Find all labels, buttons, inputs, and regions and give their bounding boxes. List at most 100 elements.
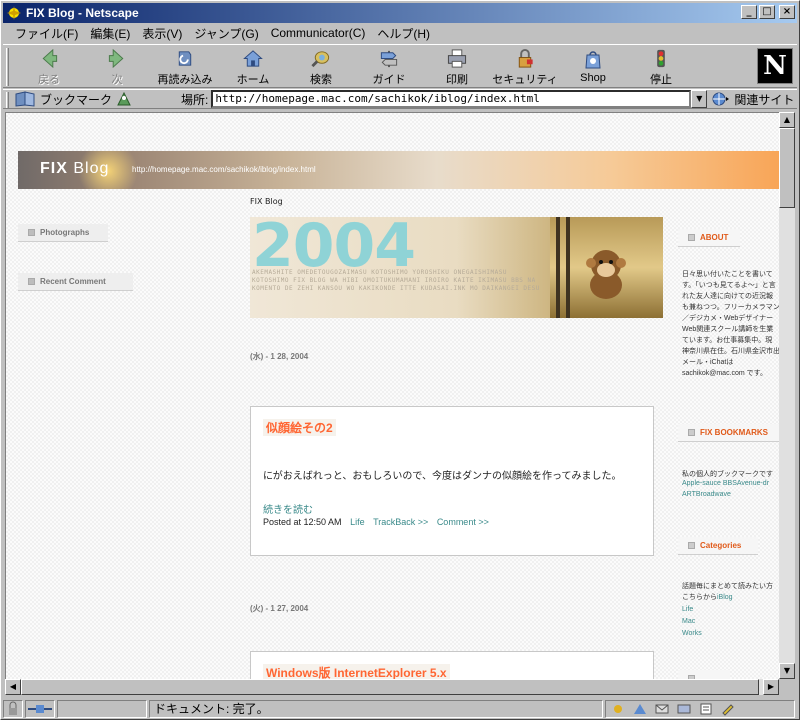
- menu-go[interactable]: ジャンプ(G): [188, 25, 264, 42]
- minimize-button[interactable]: _: [741, 5, 757, 19]
- about-line: す。「いつも見てるよ～」と言: [682, 282, 776, 289]
- comment-link[interactable]: Comment >>: [437, 517, 489, 527]
- blog-title-bold: FIX: [40, 160, 68, 177]
- category-link-iblog[interactable]: iBlog: [717, 594, 733, 601]
- bookmark-link[interactable]: Apple-sauce BBSAvenue-dr: [682, 480, 769, 487]
- navigator-icon[interactable]: [632, 702, 648, 716]
- horizontal-scroll-thumb[interactable]: [21, 679, 759, 695]
- security-button[interactable]: セキュリティ: [491, 45, 559, 87]
- bookmark-link[interactable]: ARTBroadwave: [682, 491, 731, 498]
- trackback-link[interactable]: TrackBack >>: [373, 517, 428, 527]
- reload-button[interactable]: 再読み込み: [151, 45, 219, 87]
- post-date: (水) - 1 28, 2004: [250, 352, 309, 361]
- menu-file[interactable]: ファイル(F): [9, 25, 84, 42]
- hero-message: AKEMASHITE OMEDETOUGOZAIMASU KOTOSHIMO Y…: [252, 269, 540, 292]
- post-body: にがおえばれっと、おもしろいので、今度はダンナの似顔絵を作ってみました。: [263, 471, 622, 482]
- title-bar[interactable]: FIX Blog - Netscape _ □ ×: [3, 3, 797, 23]
- security-status-cell[interactable]: [3, 700, 23, 718]
- home-label: ホーム: [236, 74, 270, 86]
- menu-help[interactable]: ヘルプ(H): [371, 25, 436, 42]
- sidebar-categories-heading[interactable]: Categories: [678, 537, 758, 555]
- sidebar-about-heading[interactable]: ABOUT: [678, 229, 740, 247]
- scroll-right-button[interactable]: ▶: [763, 679, 779, 695]
- guide-signpost-icon: [380, 50, 398, 68]
- category-link-mac[interactable]: Mac: [682, 618, 695, 625]
- back-button[interactable]: 戻る: [15, 45, 83, 87]
- search-button[interactable]: 検索: [287, 45, 355, 87]
- netscape-logo[interactable]: N: [757, 48, 793, 84]
- sidebar-recent-comment-heading[interactable]: Recent Comment: [18, 273, 133, 291]
- stop-label: 停止: [650, 74, 672, 86]
- netscape-app-icon: [7, 6, 21, 20]
- square-bullet-icon: [688, 234, 695, 241]
- sidebar-bookmarks-heading[interactable]: FIX BOOKMARKS: [678, 424, 779, 442]
- close-button[interactable]: ×: [779, 5, 795, 19]
- connection-plug-icon: [28, 705, 52, 713]
- post-date: (火) - 1 27, 2004: [250, 604, 309, 613]
- address-book-icon[interactable]: [698, 702, 714, 716]
- url-dropdown-button[interactable]: ▼: [691, 90, 708, 108]
- menu-communicator[interactable]: Communicator(C): [265, 26, 372, 40]
- sun-icon[interactable]: [610, 702, 626, 716]
- stop-button[interactable]: 停止: [627, 45, 695, 87]
- forward-button[interactable]: 次: [83, 45, 151, 87]
- blog-post: 似顔絵その2 にがおえばれっと、おもしろいので、今度はダンナの似顔絵を作ってみま…: [250, 406, 654, 556]
- home-icon: [243, 50, 263, 67]
- print-button[interactable]: 印刷: [423, 45, 491, 87]
- reload-label: 再読み込み: [157, 74, 213, 86]
- home-button[interactable]: ホーム: [219, 45, 287, 87]
- related-sites-icon: [712, 92, 730, 106]
- scroll-up-button[interactable]: ▲: [779, 112, 795, 128]
- status-bar: ドキュメント: 完了。: [3, 699, 797, 719]
- content-viewport[interactable]: FIX Blog http://homepage.mac.com/sachiko…: [5, 112, 779, 679]
- menu-view[interactable]: 表示(V): [136, 25, 188, 42]
- page-proxy-icon[interactable]: [115, 91, 133, 107]
- security-label: セキュリティ: [492, 74, 558, 86]
- post-title[interactable]: Windows版 InternetExplorer 5.x: [263, 664, 450, 679]
- location-grip[interactable]: [6, 92, 9, 108]
- maximize-button[interactable]: □: [759, 5, 775, 19]
- guide-button[interactable]: ガイド: [355, 45, 423, 87]
- square-bullet-icon: [28, 278, 35, 285]
- scroll-left-button[interactable]: ◀: [5, 679, 21, 695]
- sidebar-next-heading[interactable]: [678, 670, 730, 679]
- category-link-works[interactable]: Works: [682, 630, 702, 637]
- sidebar-photographs-heading[interactable]: Photographs: [18, 224, 108, 242]
- menu-edit[interactable]: 編集(E): [84, 25, 136, 42]
- location-label: 場所:: [181, 92, 209, 107]
- bookmarks-button[interactable]: ブックマーク: [15, 91, 115, 108]
- progress-cell: [57, 700, 147, 718]
- navigation-toolbar: 戻る 次 再読み込み ホーム 検索 ガイド 印刷 セキュリティ Shop 停止 …: [3, 44, 797, 88]
- about-line: ています。お仕事募集中。現: [682, 337, 773, 344]
- breadcrumb[interactable]: FIX Blog: [250, 197, 283, 206]
- vertical-scroll-thumb[interactable]: [779, 128, 795, 208]
- newsgroup-icon[interactable]: [676, 702, 692, 716]
- post-title[interactable]: 似顔絵その2: [263, 419, 336, 436]
- blog-post: Windows版 InternetExplorer 5.x: [250, 651, 654, 679]
- mail-icon[interactable]: [654, 702, 670, 716]
- scrollbar-corner: [779, 679, 795, 695]
- about-line: 日々思い付いたことを書いて: [682, 271, 773, 278]
- related-sites-button[interactable]: 関連サイト: [711, 91, 794, 108]
- blog-banner[interactable]: FIX Blog http://homepage.mac.com/sachiko…: [18, 151, 779, 189]
- shop-button[interactable]: Shop: [559, 45, 627, 87]
- category-link-life[interactable]: Life: [350, 517, 365, 527]
- connection-status-cell[interactable]: [25, 700, 55, 718]
- horizontal-scrollbar[interactable]: ◀ ▶: [5, 679, 779, 695]
- bookmarks-label: ブックマーク: [40, 92, 113, 107]
- url-input[interactable]: http://homepage.mac.com/sachikok/iblog/i…: [211, 90, 692, 108]
- categories-text: 話題毎にまとめて読みたい方 こちらからiBlog: [682, 581, 773, 603]
- browser-window: FIX Blog - Netscape _ □ × ファイル(F) 編集(E) …: [0, 0, 800, 720]
- scroll-down-button[interactable]: ▼: [779, 663, 795, 679]
- read-more-link[interactable]: 続きを読む: [263, 501, 313, 516]
- traffic-light-stop-icon: [657, 49, 665, 68]
- about-line: メール・iChatは: [682, 359, 734, 366]
- category-link-life[interactable]: Life: [682, 606, 693, 613]
- shop-label: Shop: [580, 72, 606, 84]
- vertical-scrollbar[interactable]: ▲ ▼: [779, 112, 795, 679]
- menu-bar: ファイル(F) 編集(E) 表示(V) ジャンプ(G) Communicator…: [3, 24, 797, 42]
- toolbar-grip[interactable]: [6, 48, 9, 86]
- recent-comment-label: Recent Comment: [40, 277, 106, 286]
- bookmarks-text: 私の個人的ブックマークです: [682, 471, 773, 478]
- composer-icon[interactable]: [720, 702, 736, 716]
